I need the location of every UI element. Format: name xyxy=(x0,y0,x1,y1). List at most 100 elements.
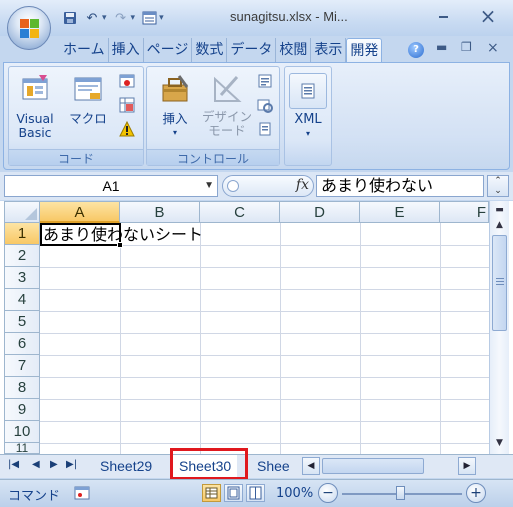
run-dialog-icon[interactable] xyxy=(257,121,273,137)
macro-security-icon[interactable] xyxy=(119,121,135,137)
row-header-8[interactable]: 8 xyxy=(4,377,40,399)
restore-icon[interactable]: ❐ xyxy=(461,40,472,54)
tab-data[interactable]: データ xyxy=(227,38,277,62)
row-header-9[interactable]: 9 xyxy=(4,399,40,421)
last-sheet-icon[interactable]: ▶| xyxy=(66,459,77,470)
record-macro-icon[interactable] xyxy=(119,73,135,89)
redo-dropdown-icon[interactable]: ▾ xyxy=(131,13,136,23)
office-button[interactable] xyxy=(7,6,51,50)
xml-button[interactable]: XML ▾ xyxy=(287,73,329,141)
ribbon-panel: Visual Basic マクロ コード 挿入 ▾ デザイン モード コントロー… xyxy=(3,62,510,170)
vertical-scroll-thumb[interactable] xyxy=(492,235,507,331)
macro-button[interactable]: マクロ xyxy=(67,73,109,126)
normal-view-button[interactable] xyxy=(202,484,221,502)
zoom-level[interactable]: 100% xyxy=(276,486,313,501)
page-break-view-button[interactable] xyxy=(246,484,265,502)
save-icon[interactable] xyxy=(62,10,78,26)
ribbon-tabs: ホーム 挿入 ページ 数式 データ 校閲 表示 開発 xyxy=(60,38,383,62)
formula-bar: A1 ▼ fx あまり使わない ⌃ ⌄ xyxy=(0,172,513,200)
visual-basic-icon xyxy=(22,75,48,100)
formula-input[interactable]: あまり使わない xyxy=(316,175,484,197)
next-sheet-icon[interactable]: ▶ xyxy=(50,459,58,470)
formula-button-group: fx xyxy=(222,175,314,197)
undo-dropdown-icon[interactable]: ▾ xyxy=(102,13,107,23)
view-code-icon[interactable] xyxy=(257,97,273,113)
sheet30-highlight-box xyxy=(170,448,248,480)
column-header-c[interactable]: C xyxy=(200,201,280,223)
worksheet-grid[interactable]: A B C D E F 1 2 3 4 5 6 7 8 9 10 11 あまり使… xyxy=(0,201,513,454)
tab-home[interactable]: ホーム xyxy=(60,38,109,62)
title-bar: ↶ ▾ ↷ ▾ ▾ sunagitsu.xlsx - Mi... × xyxy=(0,0,513,36)
visual-basic-button[interactable]: Visual Basic xyxy=(13,73,57,140)
help-icon[interactable]: ? xyxy=(408,42,424,58)
scroll-up-icon[interactable]: ▲ xyxy=(491,217,508,234)
column-header-f[interactable]: F xyxy=(440,201,489,223)
insert-function-button[interactable]: fx xyxy=(296,177,309,193)
sheet-tab-sheet29[interactable]: Sheet29 xyxy=(94,455,158,477)
prev-sheet-icon[interactable]: ◀ xyxy=(32,459,40,470)
customize-qat-icon[interactable]: ▾ xyxy=(159,13,164,23)
name-box-dropdown-icon[interactable]: ▼ xyxy=(204,176,214,196)
tab-page[interactable]: ページ xyxy=(144,38,193,62)
controls-group: 挿入 ▾ デザイン モード コントロール xyxy=(146,66,280,166)
row-header-1[interactable]: 1 xyxy=(4,223,40,245)
macro-label: マクロ xyxy=(69,111,107,126)
relative-reference-icon[interactable] xyxy=(119,97,135,113)
tab-insert[interactable]: 挿入 xyxy=(109,38,144,62)
scroll-right-icon[interactable]: ▶ xyxy=(458,457,476,475)
row-header-10[interactable]: 10 xyxy=(4,421,40,443)
redo-icon[interactable]: ↷ xyxy=(113,10,129,26)
sheet-tab-next[interactable]: Shee xyxy=(251,455,297,477)
name-box-value: A1 xyxy=(102,178,120,194)
horizontal-scrollbar[interactable]: ◀ ▶ xyxy=(300,457,488,475)
vertical-scrollbar[interactable]: ▬ ▲ ▼ xyxy=(489,201,509,454)
column-header-b[interactable]: B xyxy=(120,201,200,223)
normal-view-icon xyxy=(205,487,218,499)
undo-icon[interactable]: ↶ xyxy=(84,10,100,26)
window-title: sunagitsu.xlsx - Mi... xyxy=(230,9,348,24)
controls-group-label: コントロール xyxy=(147,149,279,166)
page-layout-view-button[interactable] xyxy=(224,484,243,502)
horizontal-scroll-thumb[interactable] xyxy=(322,458,424,474)
insert-control-label: 挿入 xyxy=(162,111,188,126)
row-header-11[interactable]: 11 xyxy=(4,443,40,454)
form-icon[interactable] xyxy=(141,10,157,26)
design-mode-button[interactable]: デザイン モード xyxy=(201,73,253,138)
page-layout-icon xyxy=(227,486,240,500)
row-header-2[interactable]: 2 xyxy=(4,245,40,267)
column-header-a[interactable]: A xyxy=(40,201,120,223)
tab-view[interactable]: 表示 xyxy=(311,38,347,62)
zoom-out-button[interactable]: − xyxy=(318,483,338,503)
zoom-slider-thumb[interactable] xyxy=(396,486,405,500)
minimize-button[interactable] xyxy=(432,6,456,26)
row-header-7[interactable]: 7 xyxy=(4,355,40,377)
select-all-corner[interactable] xyxy=(4,201,40,223)
macro-record-status-icon[interactable] xyxy=(74,486,90,500)
active-cell-a1[interactable] xyxy=(40,223,121,246)
scroll-left-icon[interactable]: ◀ xyxy=(302,457,320,475)
row-header-6[interactable]: 6 xyxy=(4,333,40,355)
column-header-e[interactable]: E xyxy=(360,201,440,223)
name-box[interactable]: A1 ▼ xyxy=(4,175,218,197)
first-sheet-icon[interactable]: |◀ xyxy=(8,459,19,470)
ribbon-minimize-icon[interactable]: ▬ xyxy=(436,40,447,54)
formula-grip-icon[interactable] xyxy=(227,180,239,192)
column-header-d[interactable]: D xyxy=(280,201,360,223)
xml-icon xyxy=(289,73,327,109)
properties-icon[interactable] xyxy=(257,73,273,89)
tab-developer[interactable]: 開発 xyxy=(346,38,383,62)
insert-control-button[interactable]: 挿入 ▾ xyxy=(151,73,199,140)
zoom-in-button[interactable]: + xyxy=(466,483,486,503)
scroll-down-icon[interactable]: ▼ xyxy=(491,435,508,452)
formula-expand-icon[interactable]: ⌃ ⌄ xyxy=(487,175,509,197)
workbook-close-icon[interactable]: × xyxy=(487,40,499,56)
tab-review[interactable]: 校閲 xyxy=(276,38,312,62)
status-bar: コマンド 100% − + xyxy=(0,479,513,507)
tab-formulas[interactable]: 数式 xyxy=(192,38,228,62)
row-header-3[interactable]: 3 xyxy=(4,267,40,289)
close-button[interactable]: × xyxy=(476,6,500,26)
minimize-icon xyxy=(439,16,448,18)
row-header-5[interactable]: 5 xyxy=(4,311,40,333)
fill-handle[interactable] xyxy=(117,242,123,248)
row-header-4[interactable]: 4 xyxy=(4,289,40,311)
